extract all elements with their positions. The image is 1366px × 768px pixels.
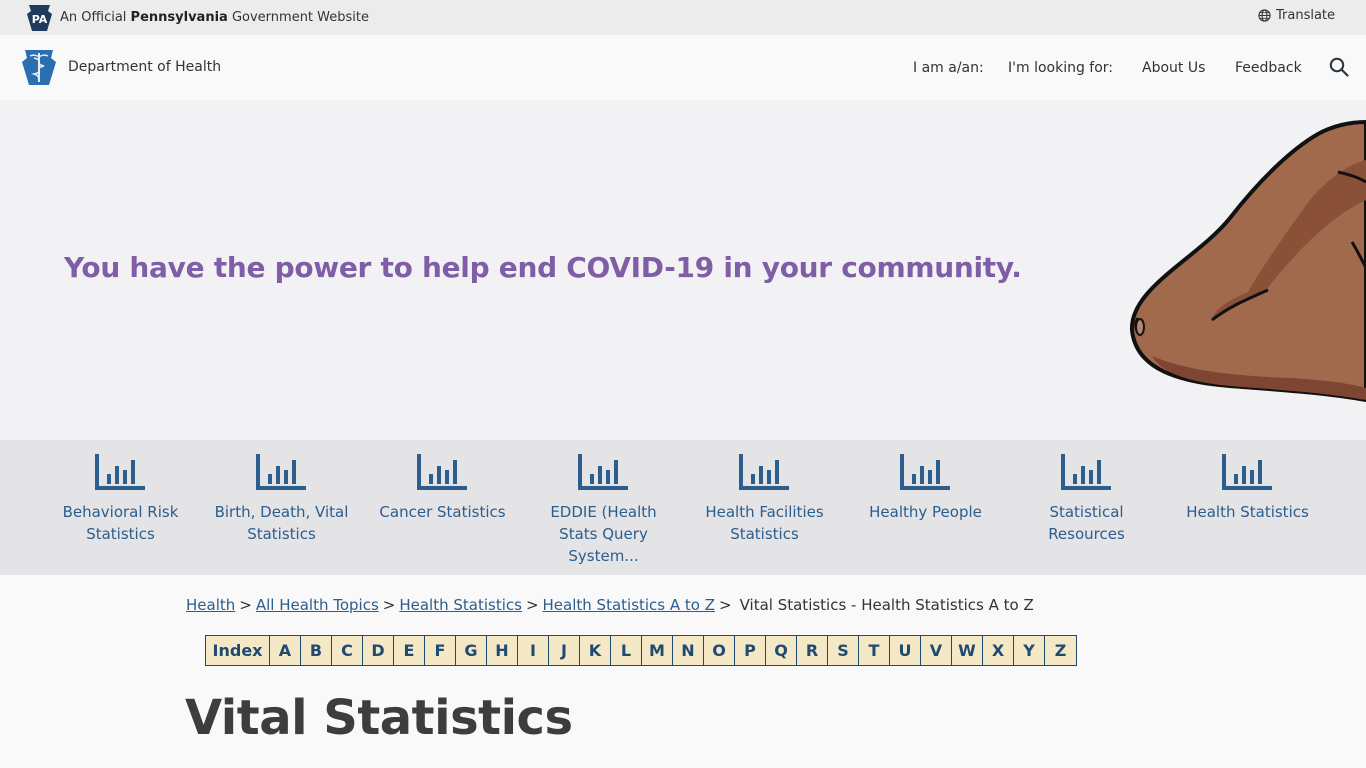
category-label: Healthy People [869, 503, 982, 521]
translate-button[interactable]: Translate [1258, 8, 1335, 23]
category-healthy-people[interactable]: Healthy People [845, 440, 1006, 575]
az-link-a[interactable]: A [270, 636, 301, 665]
az-link-i[interactable]: I [518, 636, 549, 665]
keystone-caduceus-logo-icon[interactable] [22, 50, 56, 85]
breadcrumb-link-all-health-topics[interactable]: All Health Topics [256, 596, 379, 614]
az-link-t[interactable]: T [859, 636, 890, 665]
breadcrumb-separator: > [382, 596, 396, 614]
az-index-bar: Index A B C D E F G H I J K L M N O P Q … [205, 635, 1077, 666]
az-link-g[interactable]: G [456, 636, 487, 665]
hero-banner[interactable]: You have the power to help end COVID-19 … [0, 100, 1366, 440]
breadcrumb-link-health-statistics-a-to-z[interactable]: Health Statistics A to Z [543, 596, 716, 614]
category-cancer[interactable]: Cancer Statistics [362, 440, 523, 575]
az-link-c[interactable]: C [332, 636, 363, 665]
translate-label: Translate [1276, 8, 1336, 23]
breadcrumb-current: Vital Statistics - Health Statistics A t… [739, 596, 1034, 614]
az-link-u[interactable]: U [890, 636, 921, 665]
az-link-k[interactable]: K [580, 636, 611, 665]
nav-looking-for[interactable]: I'm looking for: [1008, 60, 1113, 76]
category-label: Birth, Death, Vital Statistics [214, 503, 349, 543]
statistics-category-bar: Behavioral Risk Statistics Birth, Death, … [0, 440, 1366, 575]
az-link-h[interactable]: H [487, 636, 518, 665]
category-birth-death-vital[interactable]: Birth, Death, Vital Statistics [201, 440, 362, 575]
az-link-d[interactable]: D [363, 636, 394, 665]
az-link-y[interactable]: Y [1014, 636, 1045, 665]
page-title: Vital Statistics [185, 690, 573, 746]
az-link-e[interactable]: E [394, 636, 425, 665]
breadcrumb-link-health-statistics[interactable]: Health Statistics [399, 596, 522, 614]
flexed-arm-illustration [1129, 120, 1366, 402]
category-behavioral-risk[interactable]: Behavioral Risk Statistics [40, 440, 201, 575]
az-link-o[interactable]: O [704, 636, 735, 665]
breadcrumb-separator: > [239, 596, 252, 614]
breadcrumb: Health > All Health Topics > Health Statisti… [186, 596, 1034, 614]
globe-icon [1258, 9, 1271, 22]
category-eddie[interactable]: EDDIE (Health Stats Query System... [523, 440, 684, 575]
bar-chart-icon [900, 454, 950, 490]
category-label: Health Facilities Statistics [705, 503, 824, 543]
department-name-link[interactable]: Department of Health [68, 59, 221, 75]
az-link-s[interactable]: S [828, 636, 859, 665]
category-health-statistics[interactable]: Health Statistics [1167, 440, 1328, 575]
breadcrumb-separator: > [525, 596, 539, 614]
category-label: EDDIE (Health Stats Query System... [550, 503, 657, 565]
bar-chart-icon [95, 454, 145, 490]
nav-i-am[interactable]: I am a/an: [913, 60, 984, 76]
breadcrumb-separator: > [719, 596, 732, 614]
hero-headline[interactable]: You have the power to help end COVID-19 … [64, 251, 1022, 284]
az-link-m[interactable]: M [642, 636, 673, 665]
nav-feedback[interactable]: Feedback [1235, 60, 1302, 76]
az-link-w[interactable]: W [952, 636, 983, 665]
az-link-b[interactable]: B [301, 636, 332, 665]
nav-about-us[interactable]: About Us [1142, 60, 1205, 76]
bar-chart-icon [578, 454, 628, 490]
bar-chart-icon [1061, 454, 1111, 490]
az-link-z[interactable]: Z [1045, 636, 1076, 665]
az-link-j[interactable]: J [549, 636, 580, 665]
category-health-facilities[interactable]: Health Facilities Statistics [684, 440, 845, 575]
search-icon[interactable] [1329, 57, 1349, 77]
az-link-v[interactable]: V [921, 636, 952, 665]
pa-keystone-badge-icon: PA [27, 5, 52, 31]
az-link-x[interactable]: X [983, 636, 1014, 665]
official-prefix: An Official [60, 10, 127, 25]
pa-badge-text: PA [32, 13, 48, 26]
bar-chart-icon [256, 454, 306, 490]
official-website-text: An Official Pennsylvania Government Webs… [60, 10, 369, 25]
state-name: Pennsylvania [130, 10, 228, 25]
category-label: Statistical Resources [1048, 503, 1125, 543]
bar-chart-icon [1222, 454, 1272, 490]
category-label: Behavioral Risk Statistics [62, 503, 179, 543]
az-link-n[interactable]: N [673, 636, 704, 665]
az-link-p[interactable]: P [735, 636, 766, 665]
az-link-f[interactable]: F [425, 636, 456, 665]
az-link-r[interactable]: R [797, 636, 828, 665]
category-label: Health Statistics [1186, 503, 1309, 521]
category-label: Cancer Statistics [379, 503, 506, 521]
az-link-q[interactable]: Q [766, 636, 797, 665]
az-link-index[interactable]: Index [206, 636, 270, 665]
category-statistical-resources[interactable]: Statistical Resources [1006, 440, 1167, 575]
official-website-bar: PA An Official Pennsylvania Government W… [0, 0, 1366, 35]
breadcrumb-link-health[interactable]: Health [186, 596, 235, 614]
az-link-l[interactable]: L [611, 636, 642, 665]
bar-chart-icon [739, 454, 789, 490]
official-suffix: Government Website [231, 10, 369, 25]
bar-chart-icon [417, 454, 467, 490]
site-header: Department of Health I am a/an: I'm look… [0, 35, 1366, 100]
